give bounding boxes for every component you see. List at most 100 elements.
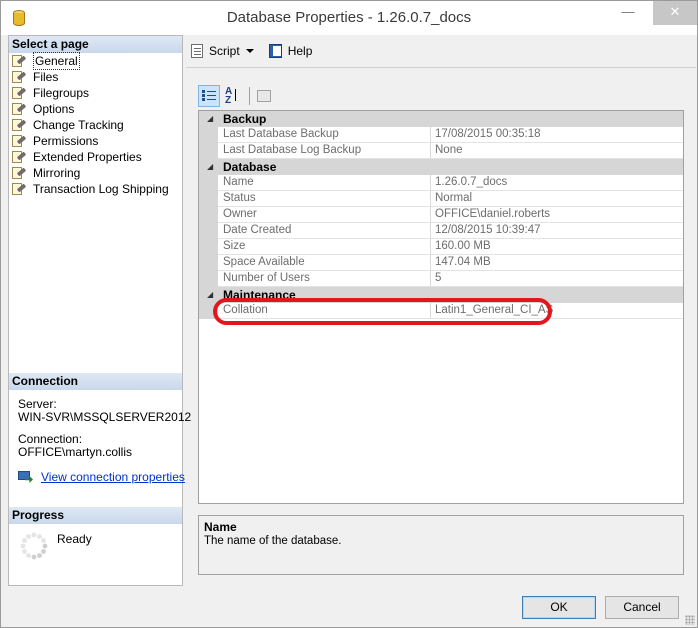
collapse-caret-icon[interactable]: ◢ xyxy=(207,162,213,171)
script-dropdown-arrow-icon[interactable] xyxy=(245,49,254,53)
progress-header: Progress xyxy=(9,507,182,524)
property-value: None xyxy=(431,143,683,159)
property-name: Number of Users xyxy=(218,271,431,287)
help-button[interactable]: Help xyxy=(268,43,312,59)
property-row[interactable]: Space Available 147.04 MB xyxy=(199,255,683,271)
minimize-button[interactable]: — xyxy=(613,1,643,25)
row-gutter xyxy=(199,127,218,143)
ok-button[interactable]: OK xyxy=(522,596,596,619)
page-item-label: Mirroring xyxy=(33,166,81,180)
wrench-page-icon xyxy=(11,70,27,84)
property-name: Status xyxy=(218,191,431,207)
row-gutter xyxy=(199,271,218,287)
alphabetical-button[interactable]: AZ xyxy=(222,85,244,107)
page-item-change-tracking[interactable]: Change Tracking xyxy=(11,117,181,133)
property-toolbar-separator xyxy=(249,87,250,105)
category-row-maintenance[interactable]: ◢ Maintenance xyxy=(199,287,683,303)
view-connection-properties[interactable]: View connection properties xyxy=(18,470,185,484)
property-name: Size xyxy=(218,239,431,255)
page-item-mirroring[interactable]: Mirroring xyxy=(11,165,181,181)
row-gutter xyxy=(199,303,218,319)
property-row[interactable]: Last Database Backup 17/08/2015 00:35:18 xyxy=(199,127,683,143)
description-panel: Name The name of the database. xyxy=(198,515,684,575)
window-title: Database Properties - 1.26.0.7_docs xyxy=(226,9,472,26)
page-item-label: Options xyxy=(33,102,75,116)
cancel-button[interactable]: Cancel xyxy=(605,596,679,619)
property-row[interactable]: Status Normal xyxy=(199,191,683,207)
page-item-general[interactable]: General xyxy=(11,52,181,70)
wrench-page-icon xyxy=(11,134,27,148)
page-item-transaction-log-shipping[interactable]: Transaction Log Shipping xyxy=(11,181,181,197)
row-gutter xyxy=(199,255,218,271)
toolbar: Script Help xyxy=(189,40,324,62)
property-name: Last Database Log Backup xyxy=(218,143,431,159)
description-title: Name xyxy=(204,520,237,534)
category-name: Backup xyxy=(223,112,267,126)
wrench-page-icon xyxy=(11,182,27,196)
row-gutter xyxy=(199,175,218,191)
category-row-database[interactable]: ◢ Database xyxy=(199,159,683,175)
page-item-files[interactable]: Files xyxy=(11,69,181,85)
property-row[interactable]: Name 1.26.0.7_docs xyxy=(199,175,683,191)
property-name: Date Created xyxy=(218,223,431,239)
property-row[interactable]: Collation Latin1_General_CI_AS xyxy=(199,303,683,319)
close-button[interactable]: ✕ xyxy=(653,1,697,25)
page-item-label: Extended Properties xyxy=(33,150,142,164)
property-value: 12/08/2015 10:39:47 xyxy=(431,223,683,239)
category-name: Maintenance xyxy=(223,288,296,302)
page-item-label: Change Tracking xyxy=(33,118,124,132)
page-item-label: Permissions xyxy=(33,134,99,148)
page-item-extended-properties[interactable]: Extended Properties xyxy=(11,149,181,165)
collapse-caret-icon[interactable]: ◢ xyxy=(207,290,213,299)
row-gutter xyxy=(199,239,218,255)
category-name: Database xyxy=(223,160,277,174)
page-item-permissions[interactable]: Permissions xyxy=(11,133,181,149)
view-connection-properties-link[interactable]: View connection properties xyxy=(41,470,185,484)
property-value: Normal xyxy=(431,191,683,207)
collapse-caret-icon[interactable]: ◢ xyxy=(207,114,213,123)
property-row[interactable]: Owner OFFICE\daniel.roberts xyxy=(199,207,683,223)
property-value: 147.04 MB xyxy=(431,255,683,271)
database-properties-dialog: Database Properties - 1.26.0.7_docs — ✕ … xyxy=(0,0,698,628)
connection-info: Server: WIN-SVR\MSSQLSERVER2012 Connecti… xyxy=(18,398,192,459)
property-pages-button[interactable] xyxy=(253,85,275,107)
property-value: OFFICE\daniel.roberts xyxy=(431,207,683,223)
wrench-page-icon xyxy=(11,118,27,132)
script-button[interactable]: Script xyxy=(189,43,256,59)
wrench-page-icon xyxy=(11,86,27,100)
progress-spinner-icon xyxy=(20,532,48,560)
connection-properties-icon xyxy=(18,470,34,484)
resize-grip-icon[interactable] xyxy=(685,615,695,625)
property-name: Space Available xyxy=(218,255,431,271)
categorized-button[interactable] xyxy=(198,85,220,107)
connection-value: OFFICE\martyn.collis xyxy=(18,445,133,459)
page-item-label: General xyxy=(33,52,80,70)
property-value: 1.26.0.7_docs xyxy=(431,175,683,191)
left-pane: Select a page General Files Filegroups Opti… xyxy=(8,35,192,586)
property-row[interactable]: Last Database Log Backup None xyxy=(199,143,683,159)
page-item-options[interactable]: Options xyxy=(11,101,181,117)
property-row[interactable]: Number of Users 5 xyxy=(199,271,683,287)
page-item-label: Filegroups xyxy=(33,86,90,100)
progress-status: Ready xyxy=(57,532,92,546)
page-item-label: Transaction Log Shipping xyxy=(33,182,169,196)
property-value: 5 xyxy=(431,271,683,287)
page-item-filegroups[interactable]: Filegroups xyxy=(11,85,181,101)
wrench-page-icon xyxy=(11,102,27,116)
property-value: Latin1_General_CI_AS xyxy=(431,303,683,319)
select-page-header: Select a page xyxy=(9,36,182,53)
property-name: Owner xyxy=(218,207,431,223)
property-pages-icon xyxy=(257,90,271,102)
category-row-backup[interactable]: ◢ Backup xyxy=(199,111,683,127)
property-name: Name xyxy=(218,175,431,191)
wrench-page-icon xyxy=(11,150,27,164)
property-name: Collation xyxy=(218,303,431,319)
row-gutter xyxy=(199,143,218,159)
server-value: WIN-SVR\MSSQLSERVER2012 xyxy=(18,410,192,424)
description-text: The name of the database. xyxy=(204,535,342,547)
property-row[interactable]: Size 160.00 MB xyxy=(199,239,683,255)
property-row[interactable]: Date Created 12/08/2015 10:39:47 xyxy=(199,223,683,239)
property-value: 160.00 MB xyxy=(431,239,683,255)
script-label: Script xyxy=(209,44,240,58)
property-name: Last Database Backup xyxy=(218,127,431,143)
